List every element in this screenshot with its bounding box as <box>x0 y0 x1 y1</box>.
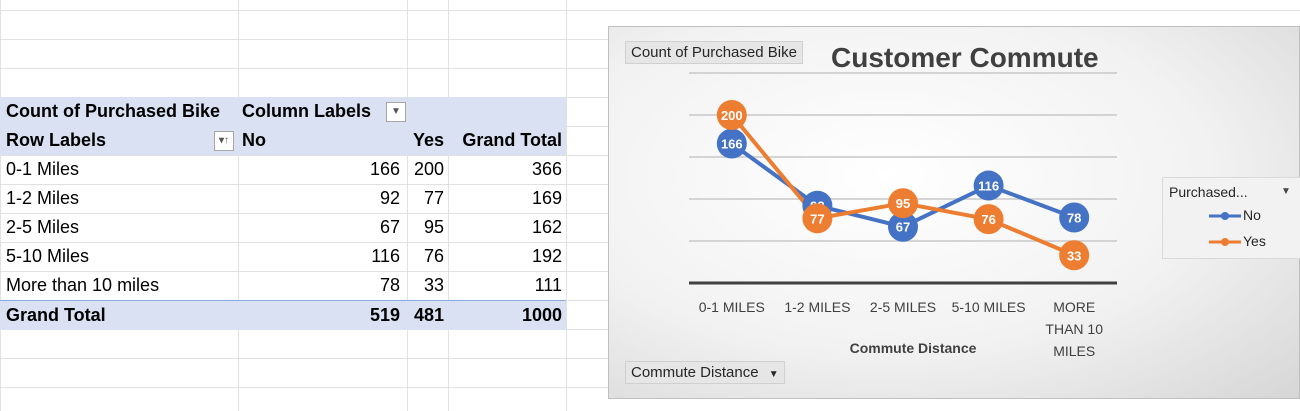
cell-total[interactable]: 192 <box>532 246 562 267</box>
data-label-no: 166 <box>721 137 743 152</box>
cell-no[interactable]: 166 <box>370 159 400 180</box>
row-label[interactable]: Grand Total <box>6 305 106 326</box>
row-label[interactable]: 5-10 Miles <box>6 246 89 267</box>
x-tick-label: 2-5 MILES <box>870 299 936 315</box>
table-row: More than 10 miles 78 33 111 <box>0 271 566 300</box>
cell-yes[interactable]: 33 <box>424 275 444 296</box>
row-label[interactable]: More than 10 miles <box>6 275 159 296</box>
row-labels-sort-filter-button[interactable]: ▾↑ <box>214 131 234 151</box>
x-tick-label: 0-1 MILES <box>699 299 765 315</box>
table-row: 0-1 Miles 166 200 366 <box>0 155 566 184</box>
table-row: 5-10 Miles 116 76 192 <box>0 242 566 271</box>
data-label-yes: 76 <box>981 212 995 227</box>
cell-yes[interactable]: 200 <box>414 159 444 180</box>
cell-yes[interactable]: 95 <box>424 217 444 238</box>
row-label[interactable]: 0-1 Miles <box>6 159 79 180</box>
value-field-label[interactable]: Count of Purchased Bike <box>6 101 220 122</box>
row-labels-header[interactable]: Row Labels <box>6 130 106 151</box>
grand-total-row: Grand Total 519 481 1000 <box>0 300 566 330</box>
chart-legend[interactable]: Purchased... ▼ No Yes <box>1162 177 1300 259</box>
cell-no[interactable]: 78 <box>380 275 400 296</box>
data-label-yes: 200 <box>721 108 743 123</box>
data-label-yes: 77 <box>810 211 824 226</box>
data-label-yes: 95 <box>896 196 910 211</box>
cell-total[interactable]: 162 <box>532 217 562 238</box>
pivot-subheader-row: Row Labels ▾↑ No Yes Grand Total <box>0 126 566 155</box>
data-label-yes: 33 <box>1067 248 1081 263</box>
col-header-grand-total: Grand Total <box>462 130 562 150</box>
legend-item-yes[interactable]: Yes <box>1243 233 1266 249</box>
axis-field-label: Commute Distance <box>631 364 759 381</box>
cell-no[interactable]: 519 <box>370 305 400 326</box>
cell-no[interactable]: 116 <box>371 246 400 267</box>
pivot-header-row: Count of Purchased Bike Column Labels ▼ <box>0 97 566 126</box>
cell-total[interactable]: 111 <box>535 275 562 296</box>
legend-item-no[interactable]: No <box>1243 207 1261 223</box>
column-labels-header[interactable]: Column Labels <box>242 101 371 122</box>
pivot-chart[interactable]: Count of Purchased Bike Customer Commute… <box>608 26 1300 399</box>
x-tick-label: MORE THAN 10 MILES <box>1045 299 1103 359</box>
cell-no[interactable]: 67 <box>380 217 400 238</box>
axis-field-button[interactable]: Commute Distance ▼ <box>625 361 785 384</box>
cell-total[interactable]: 366 <box>532 159 562 180</box>
col-header-yes: Yes <box>412 130 444 150</box>
row-label[interactable]: 1-2 Miles <box>6 188 79 209</box>
col-header-no: No <box>242 130 266 150</box>
cell-no[interactable]: 92 <box>380 188 400 209</box>
x-tick-label: 5-10 MILES <box>952 299 1026 315</box>
cell-yes[interactable]: 76 <box>424 246 444 267</box>
x-tick-label: 1-2 MILES <box>784 299 850 315</box>
cell-yes[interactable]: 77 <box>424 188 444 209</box>
cell-total[interactable]: 169 <box>532 188 562 209</box>
cell-yes[interactable]: 481 <box>414 305 444 326</box>
column-divider <box>566 0 567 411</box>
x-axis-title: Commute Distance <box>850 340 977 356</box>
cell-total[interactable]: 1000 <box>522 305 562 326</box>
table-row: 2-5 Miles 67 95 162 <box>0 213 566 242</box>
data-label-no: 78 <box>1067 210 1081 225</box>
column-labels-filter-button[interactable]: ▼ <box>386 102 406 122</box>
table-row: 1-2 Miles 92 77 169 <box>0 184 566 213</box>
row-label[interactable]: 2-5 Miles <box>6 217 79 238</box>
chevron-down-icon: ▼ <box>768 369 779 380</box>
data-label-no: 67 <box>896 220 910 235</box>
data-label-no: 116 <box>978 179 999 194</box>
